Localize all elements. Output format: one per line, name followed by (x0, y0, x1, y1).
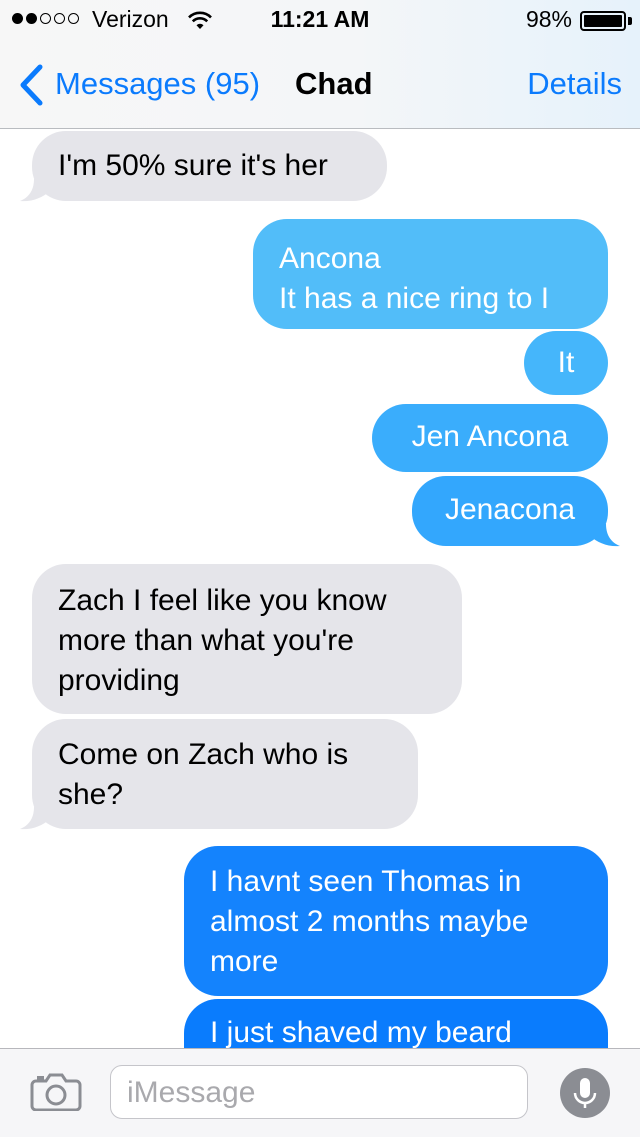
battery-level-fill (584, 15, 622, 27)
sent-message-bubble[interactable]: I just shaved my beard (184, 999, 608, 1048)
sent-message-bubble[interactable]: Jenacona (412, 476, 608, 546)
received-message-bubble[interactable]: Come on Zach who is she? (32, 719, 418, 829)
sent-bubble-tail (590, 524, 620, 547)
details-button[interactable]: Details (527, 66, 622, 102)
received-bubble-tail (20, 179, 50, 202)
sent-message-bubble[interactable]: I havnt seen Thomas in almost 2 months m… (184, 846, 608, 996)
received-message-bubble[interactable]: Zach I feel like you know more than what… (32, 564, 462, 714)
sent-message-bubble[interactable]: Jen Ancona (372, 404, 608, 472)
nav-bar: Messages (95) Chad Details (0, 60, 640, 110)
received-bubble-tail (20, 807, 50, 830)
message-input[interactable]: iMessage (110, 1065, 528, 1119)
conversation-title: Chad (295, 66, 373, 101)
navigation-header: Verizon 11:21 AM 98% Messages (95) Chad … (0, 0, 640, 129)
battery-percentage: 98% (525, 6, 572, 32)
status-bar: Verizon 11:21 AM 98% (0, 0, 640, 40)
battery-cap (628, 17, 632, 25)
message-thread[interactable]: I'm 50% sure it's her Ancona It has a ni… (0, 129, 640, 1048)
compose-bar: iMessage (0, 1048, 640, 1137)
sent-message-bubble[interactable]: Ancona It has a nice ring to I (253, 219, 608, 329)
battery-icon (580, 11, 626, 31)
sent-message-bubble[interactable]: It (524, 331, 608, 395)
microphone-icon[interactable] (560, 1068, 610, 1118)
chevron-left-icon[interactable] (18, 64, 44, 114)
received-message-bubble[interactable]: I'm 50% sure it's her (32, 131, 387, 201)
camera-icon[interactable] (30, 1073, 82, 1116)
back-button[interactable]: Messages (95) (55, 66, 260, 102)
